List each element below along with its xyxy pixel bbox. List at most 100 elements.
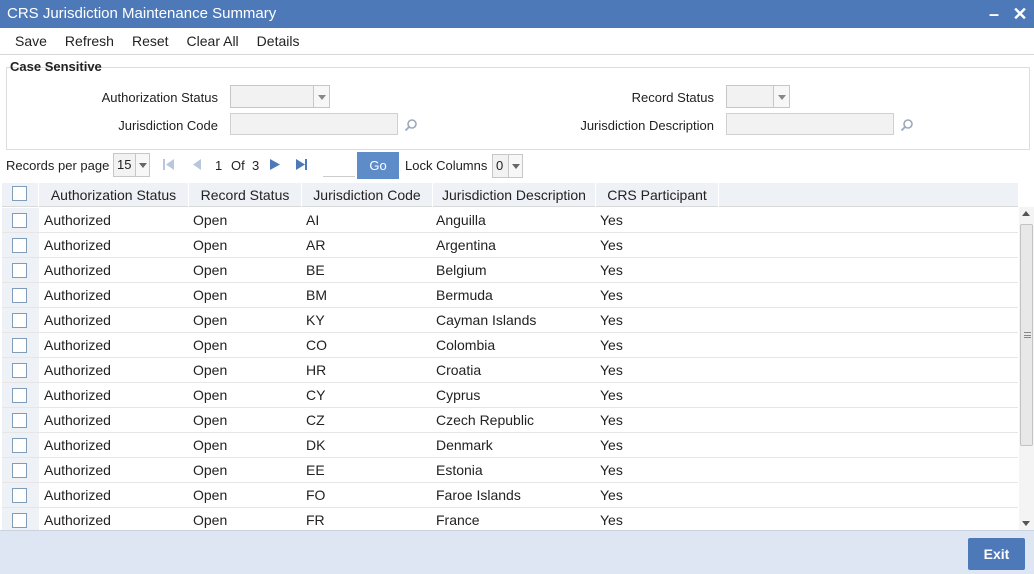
scroll-down-icon[interactable] [1022, 521, 1030, 526]
row-checkbox[interactable] [12, 363, 27, 378]
table-row[interactable]: Authorized Open CZ Czech Republic Yes [2, 408, 1018, 433]
table-cell: FR [306, 512, 325, 528]
lock-columns-select[interactable]: 0 [492, 154, 523, 178]
row-checkbox[interactable] [12, 388, 27, 403]
table-cell: HR [306, 362, 327, 378]
row-select-cell [2, 283, 39, 307]
table-cell: Yes [600, 212, 623, 228]
select-all-checkbox[interactable] [12, 186, 27, 201]
row-checkbox[interactable] [12, 263, 27, 278]
authorization-status-select[interactable] [230, 85, 330, 108]
row-select-cell [2, 208, 39, 232]
row-select-cell [2, 258, 39, 282]
table-cell: Yes [600, 362, 623, 378]
refresh-button[interactable]: Refresh [56, 33, 123, 49]
vertical-scrollbar[interactable] [1019, 207, 1034, 530]
table-cell: Authorized [44, 312, 111, 328]
row-checkbox[interactable] [12, 338, 27, 353]
window-titlebar: CRS Jurisdiction Maintenance Summary – ✕ [0, 0, 1034, 28]
row-checkbox[interactable] [12, 238, 27, 253]
records-per-page-select[interactable]: 15 [113, 153, 150, 177]
last-page-icon[interactable] [295, 157, 309, 173]
table-cell: Authorized [44, 237, 111, 253]
table-cell: KY [306, 312, 325, 328]
table-row[interactable]: Authorized Open HR Croatia Yes [2, 358, 1018, 383]
table-cell: Yes [600, 487, 623, 503]
table-cell: Authorized [44, 212, 111, 228]
table-cell: Denmark [436, 437, 493, 453]
case-sensitive-legend: Case Sensitive [10, 59, 102, 74]
row-checkbox[interactable] [12, 463, 27, 478]
scroll-up-icon[interactable] [1022, 211, 1030, 216]
column-header[interactable]: Authorization Status [39, 183, 189, 207]
table-row[interactable]: Authorized Open FO Faroe Islands Yes [2, 483, 1018, 508]
table-cell: Authorized [44, 512, 111, 528]
save-button[interactable]: Save [6, 33, 56, 49]
row-checkbox[interactable] [12, 413, 27, 428]
table-row[interactable]: Authorized Open AI Anguilla Yes [2, 208, 1018, 233]
go-button[interactable]: Go [357, 152, 399, 179]
pagination-bar: Records per page 15 1 Of 3 Go Lock Colum… [0, 152, 1034, 180]
table-row[interactable]: Authorized Open BE Belgium Yes [2, 258, 1018, 283]
row-select-cell [2, 308, 39, 332]
table-row[interactable]: Authorized Open KY Cayman Islands Yes [2, 308, 1018, 333]
row-checkbox[interactable] [12, 313, 27, 328]
table-cell: Yes [600, 337, 623, 353]
jurisdiction-description-input[interactable] [726, 113, 894, 135]
table-row[interactable]: Authorized Open FR France Yes [2, 508, 1018, 530]
exit-button[interactable]: Exit [968, 538, 1025, 570]
column-header[interactable]: Jurisdiction Code [302, 183, 433, 207]
select-all-cell [2, 183, 39, 207]
criteria-box [6, 67, 1030, 150]
table-cell: Yes [600, 437, 623, 453]
column-header[interactable]: Record Status [189, 183, 302, 207]
clear-all-button[interactable]: Clear All [178, 33, 248, 49]
search-icon[interactable] [900, 118, 914, 132]
row-checkbox[interactable] [12, 213, 27, 228]
prev-page-icon[interactable] [190, 157, 204, 173]
table-row[interactable]: Authorized Open CY Cyprus Yes [2, 383, 1018, 408]
chevron-down-icon [135, 154, 149, 176]
table-cell: AR [306, 237, 326, 253]
toolbar: Save Refresh Reset Clear All Details [0, 28, 1034, 55]
chevron-down-icon [313, 86, 329, 107]
jurisdiction-code-label: Jurisdiction Code [118, 118, 218, 133]
table-cell: Open [193, 462, 228, 478]
of-label: Of [231, 158, 245, 173]
table-cell: Yes [600, 287, 623, 303]
table-row[interactable]: Authorized Open BM Bermuda Yes [2, 283, 1018, 308]
reset-button[interactable]: Reset [123, 33, 178, 49]
table-cell: Faroe Islands [436, 487, 521, 503]
table-cell: Open [193, 387, 228, 403]
table-cell: Authorized [44, 437, 111, 453]
row-select-cell [2, 383, 39, 407]
table-row[interactable]: Authorized Open CO Colombia Yes [2, 333, 1018, 358]
jurisdiction-code-input[interactable] [230, 113, 398, 135]
first-page-icon[interactable] [162, 157, 176, 173]
scrollbar-thumb[interactable] [1020, 224, 1033, 446]
row-checkbox[interactable] [12, 513, 27, 528]
page-number-input[interactable] [323, 155, 355, 177]
table-row[interactable]: Authorized Open AR Argentina Yes [2, 233, 1018, 258]
grid-header: Authorization Status Record Status Juris… [2, 183, 1018, 207]
minimize-icon[interactable]: – [986, 0, 1002, 28]
row-select-cell [2, 358, 39, 382]
table-row[interactable]: Authorized Open DK Denmark Yes [2, 433, 1018, 458]
table-cell: Open [193, 337, 228, 353]
row-checkbox[interactable] [12, 288, 27, 303]
details-button[interactable]: Details [248, 33, 309, 49]
table-cell: Open [193, 412, 228, 428]
table-row[interactable]: Authorized Open EE Estonia Yes [2, 458, 1018, 483]
close-icon[interactable]: ✕ [1012, 0, 1028, 28]
column-header[interactable]: CRS Participant [596, 183, 719, 207]
search-icon[interactable] [404, 118, 418, 132]
table-cell: Authorized [44, 362, 111, 378]
row-checkbox[interactable] [12, 438, 27, 453]
column-header[interactable]: Jurisdiction Description [433, 183, 596, 207]
record-status-select[interactable] [726, 85, 790, 108]
row-select-cell [2, 458, 39, 482]
row-select-cell [2, 333, 39, 357]
row-checkbox[interactable] [12, 488, 27, 503]
next-page-icon[interactable] [268, 157, 282, 173]
table-cell: FO [306, 487, 326, 503]
